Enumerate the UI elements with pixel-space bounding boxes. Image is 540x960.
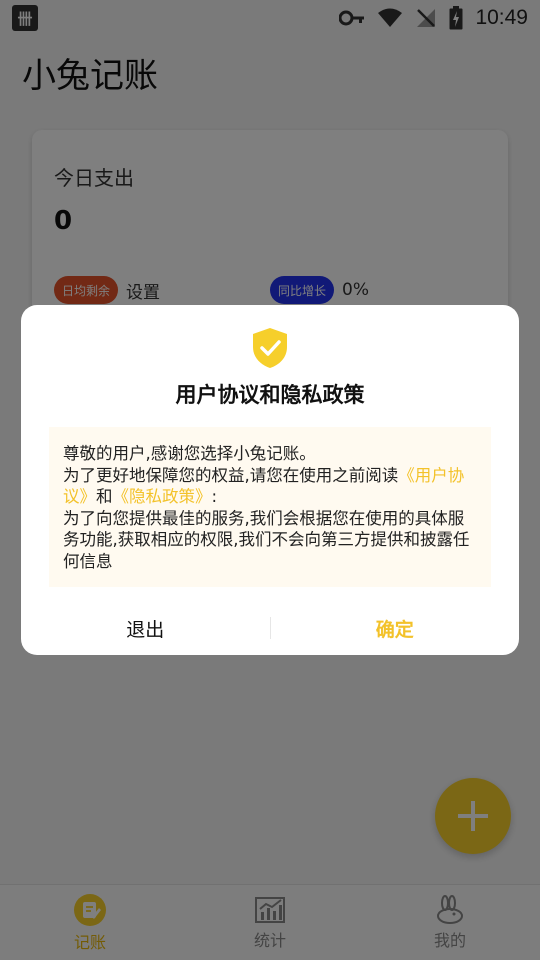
colon-text: :: [211, 487, 218, 506]
dialog-message: 尊敬的用户,感谢您选择小兔记账。 为了更好地保障您的权益,请您在使用之前阅读《用…: [49, 427, 491, 587]
dialog-read-notice: 为了更好地保障您的权益,请您在使用之前阅读: [63, 465, 399, 485]
shield-check-icon: [253, 328, 287, 368]
privacy-agreement-dialog: 用户协议和隐私政策 尊敬的用户,感谢您选择小兔记账。 为了更好地保障您的权益,请…: [21, 305, 519, 655]
confirm-button[interactable]: 确定: [271, 615, 520, 642]
and-text: 和: [96, 487, 113, 506]
exit-button[interactable]: 退出: [21, 615, 270, 642]
dialog-permission-notice: 为了向您提供最佳的服务,我们会根据您在使用的具体服务功能,获取相应的权限,我们不…: [63, 508, 470, 571]
dialog-title: 用户协议和隐私政策: [175, 383, 365, 407]
dialog-actions: 退出 确定: [21, 609, 519, 647]
privacy-policy-link[interactable]: 《隐私政策》: [113, 487, 212, 506]
dialog-greeting: 尊敬的用户,感谢您选择小兔记账。: [63, 444, 316, 463]
